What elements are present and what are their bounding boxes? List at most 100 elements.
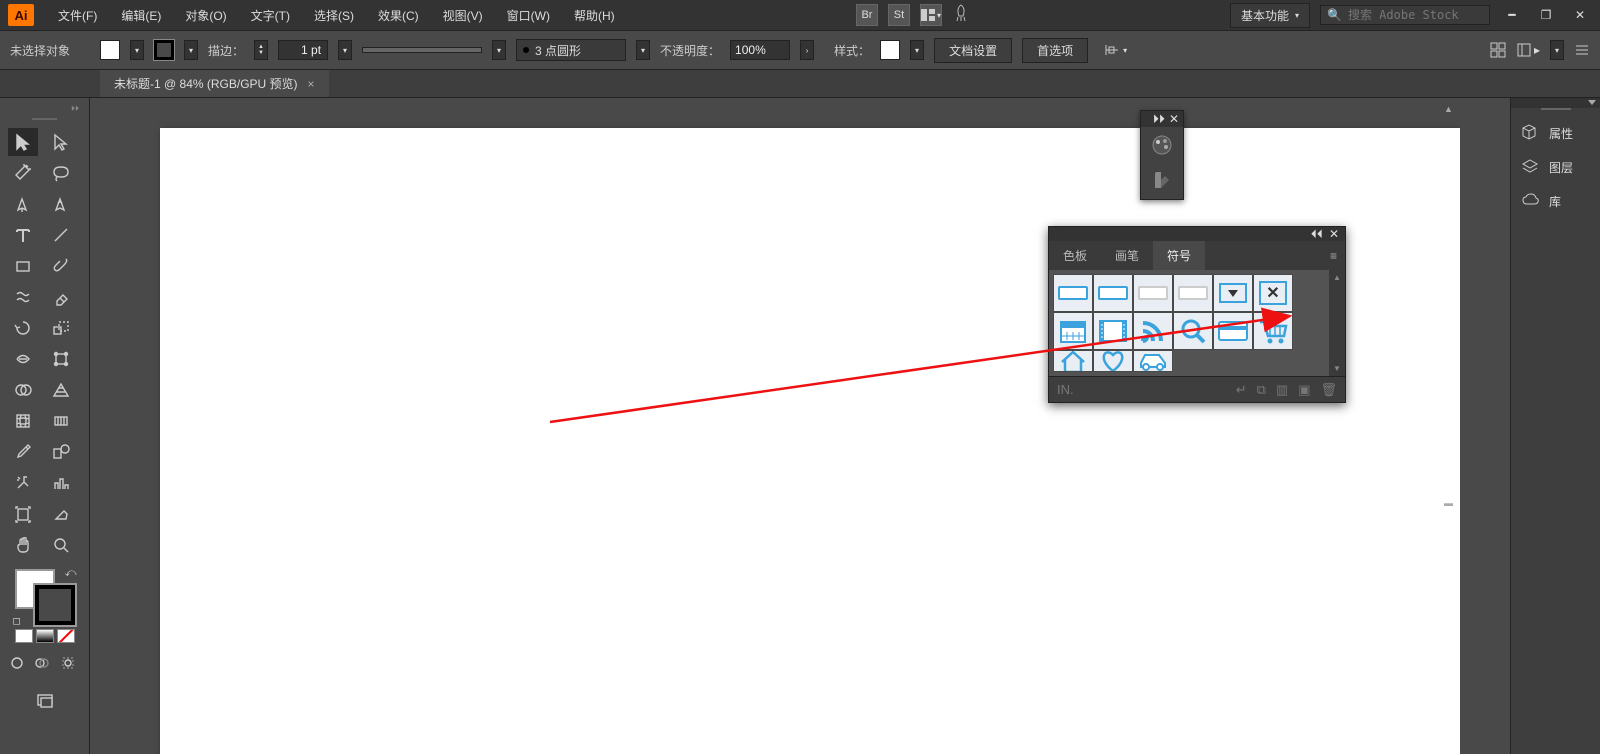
symbol-rss[interactable]	[1133, 312, 1173, 350]
symbol-car[interactable]	[1133, 350, 1173, 372]
mesh-tool[interactable]	[8, 407, 38, 435]
document-tab[interactable]: 未标题-1 @ 84% (RGB/GPU 预览) ×	[100, 70, 329, 97]
properties-panel-button[interactable]: 属性	[1511, 116, 1600, 150]
menu-file[interactable]: 文件(F)	[48, 3, 107, 28]
window-minimize[interactable]: ━	[1500, 5, 1524, 25]
magic-wand-tool[interactable]	[8, 159, 38, 187]
blend-tool[interactable]	[46, 438, 76, 466]
paintbrush-tool[interactable]	[46, 252, 76, 280]
hand-tool[interactable]	[8, 531, 38, 559]
brush-definition[interactable]: 3 点圆形	[516, 39, 626, 61]
menu-type[interactable]: 文字(T)	[241, 3, 300, 28]
symbol-cart[interactable]	[1253, 312, 1293, 350]
stroke-stepper[interactable]: ▲▼	[254, 40, 268, 60]
libraries-panel-button[interactable]: 库	[1511, 184, 1600, 218]
tab-close-icon[interactable]: ×	[308, 77, 315, 91]
layers-panel-button[interactable]: 图层	[1511, 150, 1600, 184]
isolate-dropdown[interactable]: ▾	[1550, 40, 1564, 60]
variable-width-profile[interactable]	[362, 47, 482, 53]
rotate-tool[interactable]	[8, 314, 38, 342]
panel-collapse-icon[interactable]: ⏴⏴	[1311, 227, 1323, 242]
style-dropdown[interactable]: ▾	[910, 40, 924, 60]
fill-dropdown[interactable]: ▾	[130, 40, 144, 60]
stock-button[interactable]: St	[888, 4, 910, 26]
preferences-button[interactable]: 首选项	[1022, 38, 1088, 63]
mini-panel-header[interactable]: ⏵⏵ ✕	[1141, 111, 1183, 127]
style-swatch[interactable]	[880, 40, 900, 60]
symbol-bar-3[interactable]	[1133, 274, 1173, 312]
isolate-button[interactable]: ▸	[1516, 42, 1540, 58]
menu-help[interactable]: 帮助(H)	[564, 3, 625, 28]
menu-select[interactable]: 选择(S)	[304, 3, 364, 28]
symbol-home[interactable]	[1053, 350, 1093, 372]
opacity-input[interactable]: 100%	[730, 40, 790, 60]
mini-panel-collapse-icon[interactable]: ⏵⏵	[1153, 112, 1165, 127]
menu-window[interactable]: 窗口(W)	[497, 3, 560, 28]
gradient-tool[interactable]	[46, 407, 76, 435]
pen-tool[interactable]	[8, 190, 38, 218]
fill-stroke-indicator[interactable]: ⤺ ◻	[15, 569, 75, 625]
stroke-swatch[interactable]	[154, 40, 174, 60]
color-guide-icon-button[interactable]	[1141, 163, 1183, 199]
arrange-documents-button[interactable]: ▾	[920, 4, 942, 26]
symbol-close-box[interactable]: ✕	[1253, 274, 1293, 312]
gpu-rocket-icon[interactable]	[952, 4, 970, 27]
symbol-options-icon[interactable]: ▥	[1276, 382, 1288, 398]
scroll-thumb[interactable]: ▬	[1444, 498, 1458, 512]
symbols-panel-header[interactable]: ⏴⏴ ✕	[1049, 227, 1345, 241]
perspective-grid-tool[interactable]	[46, 376, 76, 404]
window-close[interactable]: ✕	[1568, 5, 1592, 25]
opacity-dropdown[interactable]: ›	[800, 40, 814, 60]
mini-panel-close-icon[interactable]: ✕	[1169, 112, 1179, 126]
tab-brushes[interactable]: 画笔	[1101, 241, 1153, 270]
toolbox-collapse-icon[interactable]: ⏵⏵	[8, 104, 81, 114]
symbol-film[interactable]	[1093, 312, 1133, 350]
document-setup-button[interactable]: 文档设置	[934, 38, 1012, 63]
default-fill-stroke-icon[interactable]: ◻	[13, 616, 21, 627]
selection-tool[interactable]	[8, 128, 38, 156]
artboard[interactable]	[160, 128, 1460, 754]
eyedropper-tool[interactable]	[8, 438, 38, 466]
symbol-bar-1[interactable]	[1053, 274, 1093, 312]
slice-tool[interactable]	[46, 500, 76, 528]
eraser-tool[interactable]	[46, 283, 76, 311]
break-link-icon[interactable]: ⧉	[1257, 382, 1266, 398]
line-tool[interactable]	[46, 221, 76, 249]
stroke-dropdown[interactable]: ▾	[184, 40, 198, 60]
new-symbol-icon[interactable]: ▣	[1298, 382, 1310, 398]
panel-menu-icon[interactable]: ≡	[1322, 249, 1345, 263]
symbol-search[interactable]	[1173, 312, 1213, 350]
search-box[interactable]: 🔍	[1320, 5, 1490, 25]
draw-normal-icon[interactable]	[8, 651, 30, 679]
scroll-up-arrow-icon[interactable]: ▲	[1333, 273, 1341, 282]
scale-tool[interactable]	[46, 314, 76, 342]
brush-dropdown[interactable]: ▾	[636, 40, 650, 60]
menu-object[interactable]: 对象(O)	[175, 3, 236, 28]
color-mode-solid[interactable]	[15, 629, 33, 643]
curvature-tool[interactable]	[46, 190, 76, 218]
shaper-tool[interactable]	[8, 283, 38, 311]
stroke-weight-input[interactable]: 1 pt	[278, 40, 328, 60]
panel-close-icon[interactable]: ✕	[1329, 227, 1339, 241]
workspace-switcher[interactable]: 基本功能 ▾	[1230, 3, 1310, 28]
scroll-up-icon[interactable]: ▲	[1444, 104, 1458, 118]
width-tool[interactable]	[8, 345, 38, 373]
color-mode-none[interactable]	[57, 629, 75, 643]
symbol-bar-2[interactable]	[1093, 274, 1133, 312]
type-tool[interactable]	[8, 221, 38, 249]
symbol-sprayer-tool[interactable]	[8, 469, 38, 497]
zoom-tool[interactable]	[46, 531, 76, 559]
lasso-tool[interactable]	[46, 159, 76, 187]
color-mode-gradient[interactable]	[36, 629, 54, 643]
menu-view[interactable]: 视图(V)	[433, 3, 493, 28]
rectangle-tool[interactable]	[8, 252, 38, 280]
toolbox-drag-handle[interactable]	[8, 114, 81, 124]
symbol-calendar[interactable]	[1053, 312, 1093, 350]
draw-inside-icon[interactable]	[59, 651, 81, 679]
screen-mode-button[interactable]	[30, 687, 60, 715]
tab-symbols[interactable]: 符号	[1153, 241, 1205, 270]
stroke-indicator[interactable]	[35, 585, 75, 625]
symbol-bar-4[interactable]	[1173, 274, 1213, 312]
menu-edit[interactable]: 编辑(E)	[111, 3, 171, 28]
bridge-button[interactable]: Br	[856, 4, 878, 26]
